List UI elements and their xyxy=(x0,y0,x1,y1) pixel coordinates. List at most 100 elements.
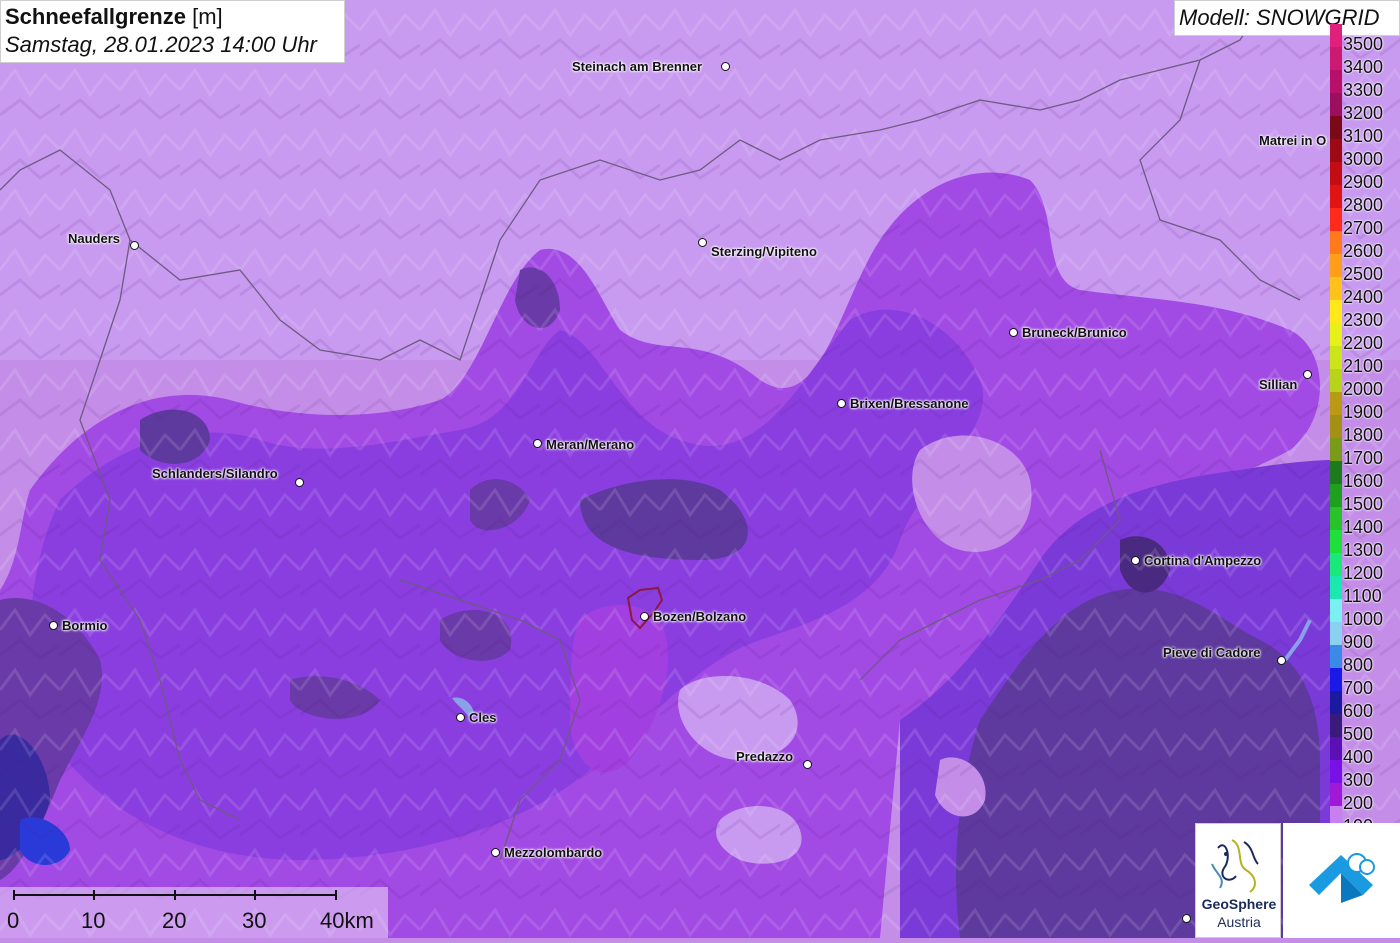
city-dot xyxy=(1303,370,1312,379)
city-label: Brixen/Bressanone xyxy=(850,396,969,411)
legend-swatch xyxy=(1330,484,1342,507)
city-dot xyxy=(640,612,649,621)
map-title-parameter: Schneefallgrenze xyxy=(5,4,186,29)
legend-label: 3000 xyxy=(1343,149,1384,169)
legend-label: 3200 xyxy=(1343,103,1384,123)
legend-label: 2900 xyxy=(1343,172,1384,192)
legend-swatch xyxy=(1330,622,1342,645)
legend-label: 1600 xyxy=(1343,471,1384,491)
city-dot xyxy=(491,848,500,857)
legend-swatch xyxy=(1330,208,1342,231)
city-dot xyxy=(130,241,139,250)
legend-swatch xyxy=(1330,369,1342,392)
city-dot xyxy=(1277,656,1286,665)
legend-label: 2500 xyxy=(1343,264,1384,284)
legend-swatch xyxy=(1330,47,1342,70)
scale-bar: 0 10 20 30 40km xyxy=(0,887,388,938)
city-label: Matrei in Osttirol xyxy=(1259,133,1327,148)
legend-swatch xyxy=(1330,599,1342,622)
legend-label: 1200 xyxy=(1343,563,1384,583)
legend-label: 2000 xyxy=(1343,379,1384,399)
legend-swatch xyxy=(1330,530,1342,553)
map-title: Schneefallgrenze [m] xyxy=(5,3,340,31)
legend-label: 200 xyxy=(1343,793,1374,813)
legend-swatch xyxy=(1330,553,1342,576)
app-logo[interactable] xyxy=(1283,823,1400,938)
city-dot xyxy=(1131,556,1140,565)
weather-app-icon xyxy=(1309,853,1375,903)
city-dot xyxy=(1182,914,1191,923)
legend-label: 2400 xyxy=(1343,287,1384,307)
city-dot xyxy=(837,399,846,408)
model-label: Modell: SNOWGRID xyxy=(1174,0,1400,36)
city-dot xyxy=(803,760,812,769)
geosphere-emblem-icon xyxy=(1211,839,1259,893)
legend-swatch xyxy=(1330,737,1342,760)
legend-swatch xyxy=(1330,185,1342,208)
legend-label: 300 xyxy=(1343,770,1374,790)
city-label: Mezzolombardo xyxy=(504,845,603,860)
legend-label: 600 xyxy=(1343,701,1374,721)
legend-label: 1700 xyxy=(1343,448,1384,468)
legend-label: 3500 xyxy=(1343,34,1384,54)
city-label: Steinach am Brenner xyxy=(572,59,703,74)
legend-label: 500 xyxy=(1343,724,1374,744)
city-dot xyxy=(49,621,58,630)
legend-swatch xyxy=(1330,139,1342,162)
legend-label: 2300 xyxy=(1343,310,1384,330)
legend-swatch xyxy=(1330,162,1342,185)
legend-label: 2700 xyxy=(1343,218,1384,238)
scale-label: 30 xyxy=(242,908,267,933)
city-dot xyxy=(698,238,707,247)
legend-swatch xyxy=(1330,254,1342,277)
legend-label: 3100 xyxy=(1343,126,1384,146)
legend-label: 1300 xyxy=(1343,540,1384,560)
legend-label: 700 xyxy=(1343,678,1374,698)
map-title-box: Schneefallgrenze [m] Samstag, 28.01.2023… xyxy=(0,0,345,63)
legend-label: 900 xyxy=(1343,632,1374,652)
city-label: Sterzing/Vipiteno xyxy=(711,244,817,259)
legend-swatch xyxy=(1330,116,1342,139)
legend-label: 1900 xyxy=(1343,402,1384,422)
legend-label: 1100 xyxy=(1343,586,1382,606)
city-label: Meran/Merano xyxy=(546,437,635,452)
legend-swatch xyxy=(1330,760,1342,783)
legend-label: 1400 xyxy=(1343,517,1384,537)
legend-swatch xyxy=(1330,668,1342,691)
legend-swatch xyxy=(1330,346,1342,369)
legend-swatch xyxy=(1330,392,1342,415)
city-dot xyxy=(456,713,465,722)
geosphere-logo[interactable]: GeoSphere Austria xyxy=(1195,823,1281,938)
legend-swatch xyxy=(1330,576,1342,599)
legend-swatch xyxy=(1330,783,1342,806)
legend-swatch xyxy=(1330,507,1342,530)
city-label: Cortina d'Ampezzo xyxy=(1144,553,1262,568)
map-title-unit: [m] xyxy=(192,4,223,29)
legend-label: 400 xyxy=(1343,747,1374,767)
city-label: Schlanders/Silandro xyxy=(152,466,278,481)
legend-label: 3300 xyxy=(1343,80,1384,100)
legend-label: 1500 xyxy=(1343,494,1384,514)
city-label: Bormio xyxy=(62,618,108,633)
legend-swatch xyxy=(1330,323,1342,346)
city-dot xyxy=(533,439,542,448)
legend-label: 2600 xyxy=(1343,241,1384,261)
legend-swatch xyxy=(1330,645,1342,668)
map-datetime: Samstag, 28.01.2023 14:00 Uhr xyxy=(5,32,317,57)
legend-swatch xyxy=(1330,277,1342,300)
legend-label: 2800 xyxy=(1343,195,1384,215)
city-label: Pieve di Cadore xyxy=(1163,645,1261,660)
color-legend: 3500 3400 3300 3200 3100 3000 2900 2800 2700 2600… xyxy=(1330,24,1400,836)
scale-label: 40km xyxy=(320,908,374,933)
legend-swatch xyxy=(1330,300,1342,323)
city-label: Bozen/Bolzano xyxy=(653,609,747,624)
legend-swatch xyxy=(1330,24,1342,47)
legend-swatch xyxy=(1330,438,1342,461)
legend-label: 1000 xyxy=(1343,609,1384,629)
city-label: Predazzo xyxy=(736,749,794,764)
legend-swatch xyxy=(1330,461,1342,484)
scale-label: 20 xyxy=(162,908,187,933)
city-dot xyxy=(721,62,730,71)
city-dot xyxy=(1009,328,1018,337)
legend-label: 3400 xyxy=(1343,57,1384,77)
